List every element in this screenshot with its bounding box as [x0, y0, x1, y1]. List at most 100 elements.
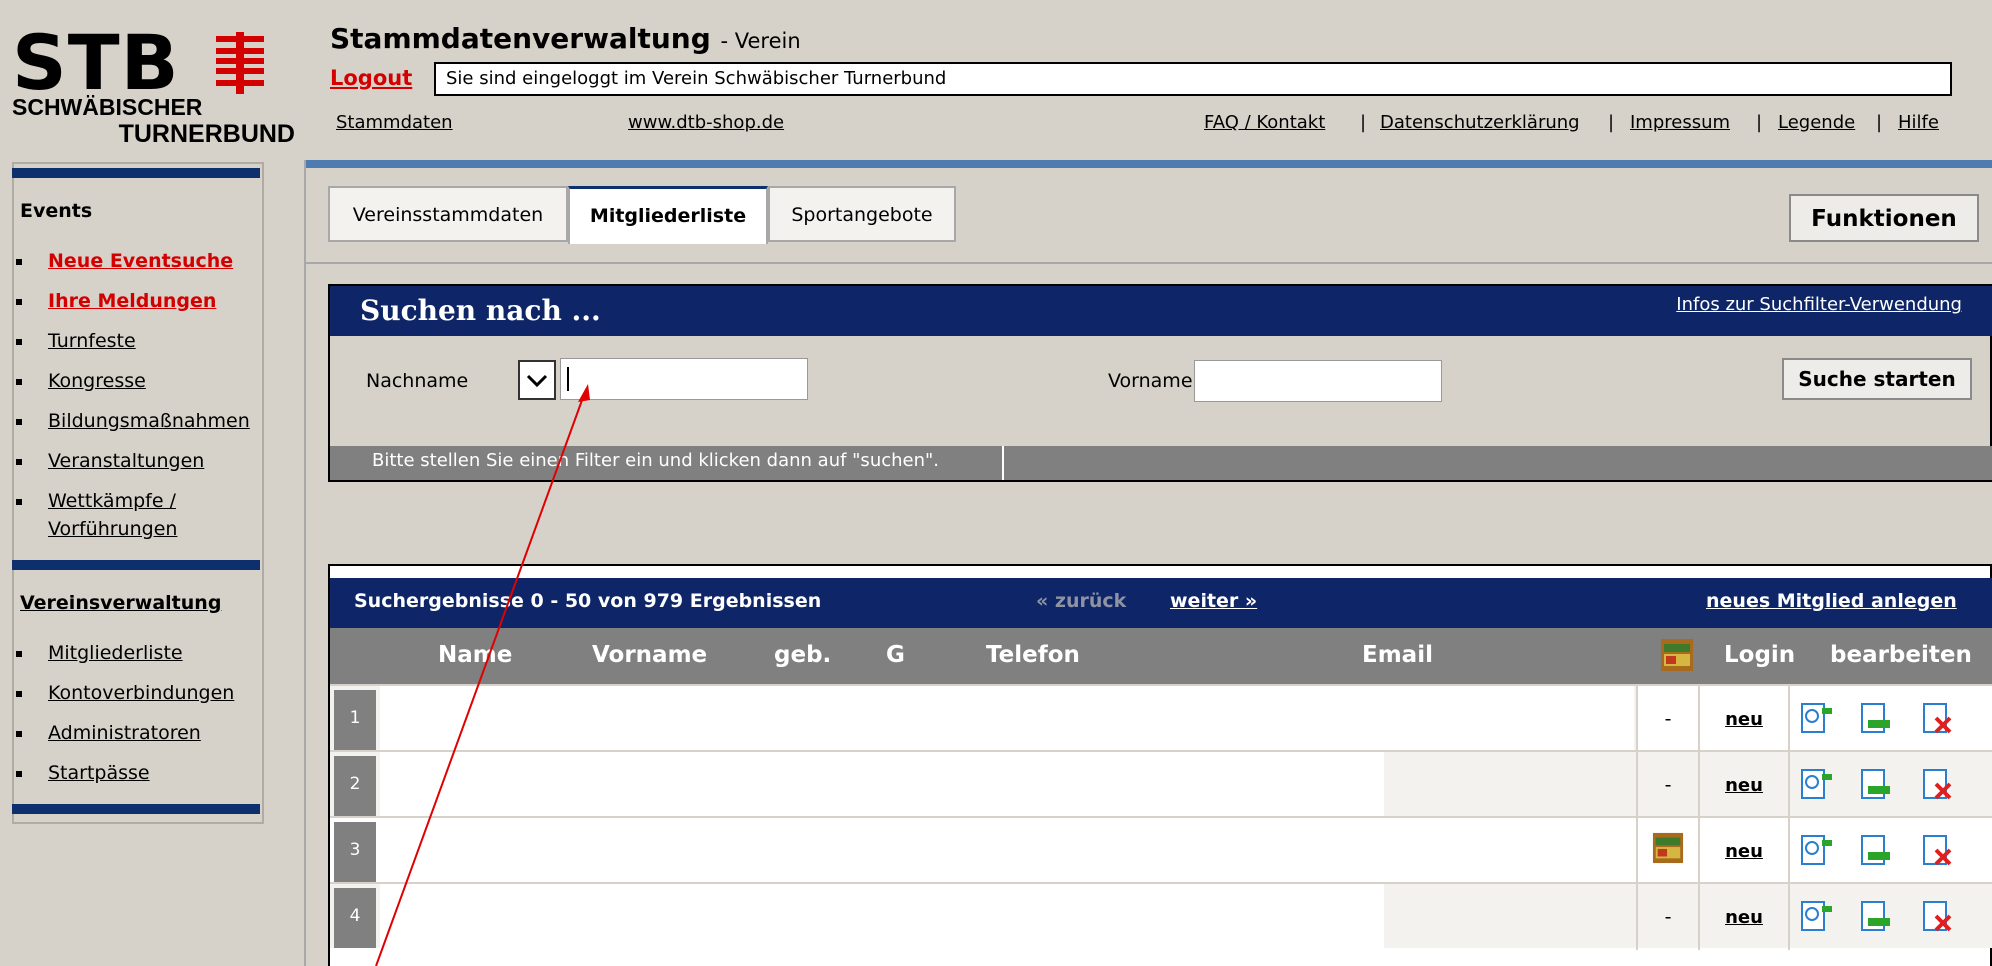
- sidebar-item-label[interactable]: Turnfeste: [48, 328, 136, 354]
- view-record-icon[interactable]: [1798, 898, 1834, 934]
- column-header-email[interactable]: Email: [1362, 642, 1433, 668]
- page-title: Stammdatenverwaltung - Verein: [330, 22, 801, 55]
- delete-record-icon[interactable]: [1920, 898, 1956, 934]
- login-neu-link[interactable]: neu: [1725, 841, 1763, 862]
- table-row[interactable]: 3 neu: [330, 816, 1992, 884]
- separator: |: [1360, 112, 1367, 133]
- search-header: Suchen nach ... Infos zur Suchfilter-Ver…: [330, 286, 1992, 336]
- row-data-redacted: [380, 884, 1384, 950]
- sidebar-item-label[interactable]: Wettkämpfe /: [48, 488, 176, 514]
- row-status: -: [1636, 752, 1698, 818]
- tab-sportangebote[interactable]: Sportangebote: [768, 186, 956, 242]
- bullet-icon: [16, 379, 22, 385]
- sidebar-item-label[interactable]: Startpässe: [48, 760, 150, 786]
- vereinsverwaltung-heading: Vereinsverwaltung: [20, 592, 222, 614]
- table-row[interactable]: 4 - neu: [330, 882, 1992, 950]
- passport-icon: [1660, 638, 1694, 678]
- legende-link[interactable]: Legende: [1778, 112, 1855, 133]
- divider: [1002, 446, 1004, 480]
- table-row[interactable]: 2 - neu: [330, 750, 1992, 818]
- back-link: « zurück: [1036, 590, 1127, 612]
- bullet-icon: [16, 651, 22, 657]
- sidebar-item-label[interactable]: Kontoverbindungen: [48, 680, 234, 706]
- sidebar-item-label[interactable]: Mitgliederliste: [48, 640, 183, 666]
- delete-record-icon[interactable]: [1920, 766, 1956, 802]
- search-submit-button[interactable]: Suche starten: [1782, 358, 1972, 400]
- datenschutz-link[interactable]: Datenschutzerklärung: [1380, 112, 1580, 133]
- bullet-icon: [16, 499, 22, 505]
- edit-record-icon[interactable]: [1858, 832, 1894, 868]
- column-header-name[interactable]: Name: [438, 642, 512, 668]
- column-header-telefon[interactable]: Telefon: [986, 642, 1080, 668]
- bullet-icon: [16, 691, 22, 697]
- results-summary: Suchergebnisse 0 - 50 von 979 Ergebnisse…: [354, 590, 822, 612]
- column-header-g[interactable]: G: [886, 642, 905, 668]
- sidebar-item-label[interactable]: Vorführungen: [48, 516, 177, 542]
- faq-link[interactable]: FAQ / Kontakt: [1204, 112, 1325, 133]
- hilfe-link[interactable]: Hilfe: [1898, 112, 1939, 133]
- column-header-geb[interactable]: geb.: [774, 642, 831, 668]
- login-neu-link[interactable]: neu: [1725, 709, 1763, 730]
- bullet-icon: [16, 259, 22, 265]
- search-title: Suchen nach ...: [360, 294, 601, 327]
- search-hint-bar: Bitte stellen Sie einen Filter ein und k…: [330, 446, 1992, 480]
- search-hint: Bitte stellen Sie einen Filter ein und k…: [372, 450, 940, 471]
- sidebar-item-label[interactable]: Bildungsmaßnahmen: [48, 408, 250, 434]
- row-login-cell: neu: [1698, 884, 1788, 950]
- tab-vereinsstammdaten[interactable]: Vereinsstammdaten: [328, 186, 568, 242]
- bullet-icon: [16, 731, 22, 737]
- stb-logo: STB SCHWÄBISCHER TURNERBUND: [8, 18, 303, 148]
- logo-line2: TURNERBUND: [118, 120, 295, 148]
- row-actions: [1788, 686, 1992, 752]
- logout-link[interactable]: Logout: [330, 66, 412, 90]
- search-info-link[interactable]: Infos zur Suchfilter-Verwendung: [1676, 294, 1962, 315]
- sidebar-item-label[interactable]: Ihre Meldungen: [48, 288, 216, 314]
- stammdaten-link[interactable]: Stammdaten: [336, 112, 453, 133]
- title-main: Stammdatenverwaltung: [330, 22, 711, 55]
- login-neu-link[interactable]: neu: [1725, 907, 1763, 928]
- nachname-input[interactable]: [560, 358, 808, 400]
- delete-record-icon[interactable]: [1920, 700, 1956, 736]
- delete-record-icon[interactable]: [1920, 832, 1956, 868]
- view-record-icon[interactable]: [1798, 766, 1834, 802]
- bullet-icon: [16, 299, 22, 305]
- separator: |: [1876, 112, 1883, 133]
- column-header-bearbeiten: bearbeiten: [1830, 642, 1972, 668]
- column-header-login[interactable]: Login: [1724, 642, 1795, 668]
- tab-mitgliederliste[interactable]: Mitgliederliste: [568, 186, 768, 244]
- nachname-operator-dropdown[interactable]: [518, 360, 556, 400]
- vorname-input[interactable]: [1194, 360, 1442, 402]
- table-header: Name Vorname geb. G Telefon Email Login …: [330, 628, 1992, 684]
- login-neu-link[interactable]: neu: [1725, 775, 1763, 796]
- row-number: 4: [334, 888, 376, 948]
- funktionen-button[interactable]: Funktionen: [1789, 194, 1979, 242]
- logo-line1: SCHWÄBISCHER: [12, 94, 203, 120]
- edit-record-icon[interactable]: [1858, 766, 1894, 802]
- forward-link[interactable]: weiter »: [1170, 590, 1257, 612]
- sidebar-divider: [12, 168, 260, 178]
- sidebar-item-label[interactable]: Neue Eventsuche: [48, 248, 233, 274]
- impressum-link[interactable]: Impressum: [1630, 112, 1730, 133]
- edit-record-icon[interactable]: [1858, 700, 1894, 736]
- new-member-link[interactable]: neues Mitglied anlegen: [1706, 590, 1957, 612]
- sidebar-item-label[interactable]: Kongresse: [48, 368, 146, 394]
- table-row[interactable]: 1 - neu: [330, 684, 1992, 752]
- separator: |: [1756, 112, 1763, 133]
- view-record-icon[interactable]: [1798, 832, 1834, 868]
- row-number: 3: [334, 822, 376, 882]
- login-info-field: Sie sind eingeloggt im Verein Schwäbisch…: [434, 62, 1952, 96]
- passport-icon: [1652, 832, 1684, 864]
- row-number: 1: [334, 690, 376, 750]
- sidebar-item-label[interactable]: Veranstaltungen: [48, 448, 204, 474]
- row-status: -: [1636, 884, 1698, 950]
- row-number: 2: [334, 756, 376, 816]
- view-record-icon[interactable]: [1798, 700, 1834, 736]
- column-header-vorname[interactable]: Vorname: [592, 642, 707, 668]
- edit-record-icon[interactable]: [1858, 898, 1894, 934]
- nachname-label: Nachname: [366, 370, 469, 392]
- row-data-redacted: [380, 686, 1634, 752]
- sidebar-item-label[interactable]: Administratoren: [48, 720, 201, 746]
- bullet-icon: [16, 771, 22, 777]
- dtb-shop-link[interactable]: www.dtb-shop.de: [628, 112, 784, 133]
- bullet-icon: [16, 459, 22, 465]
